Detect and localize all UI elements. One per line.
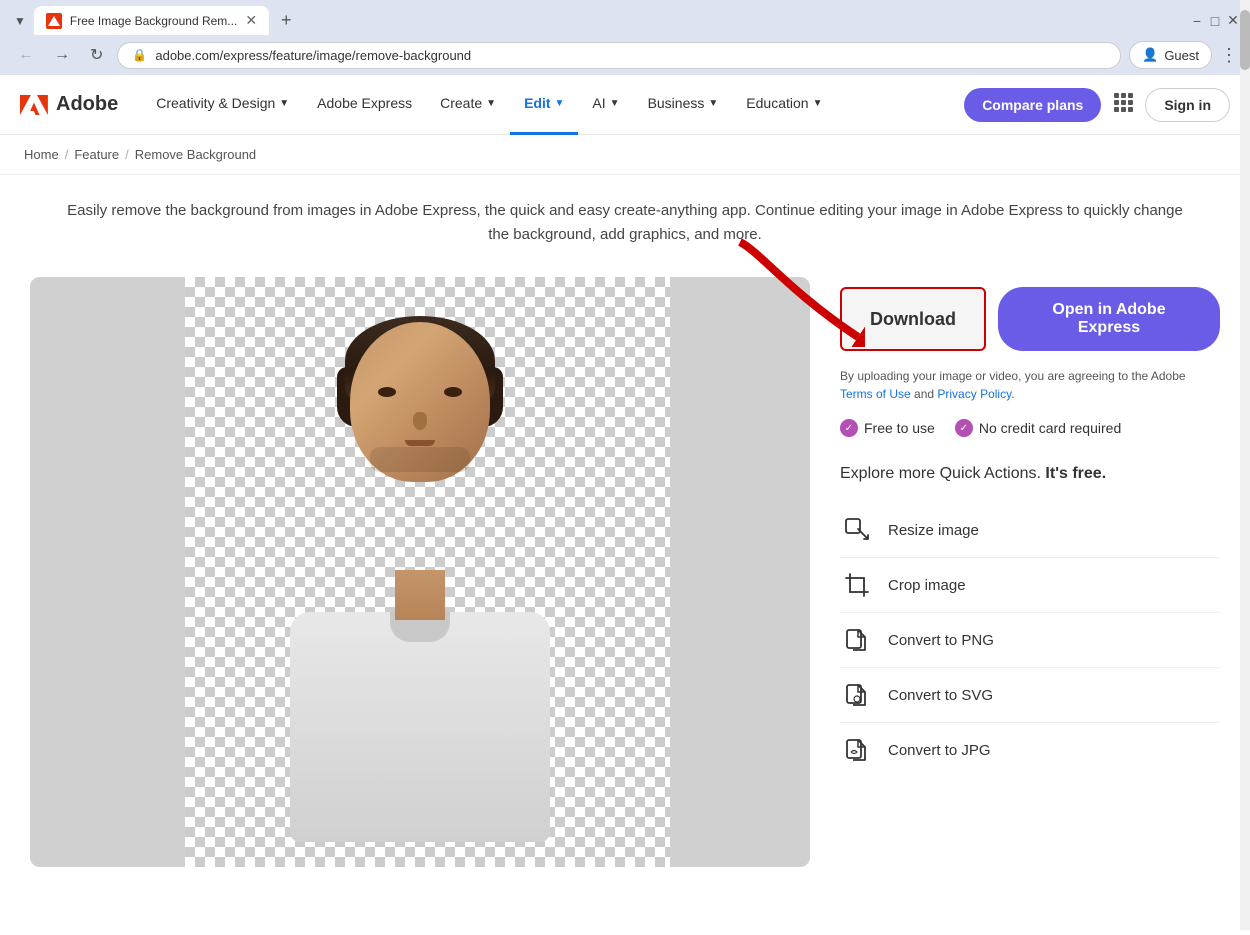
profile-icon: 👤	[1142, 47, 1158, 63]
free-badge-icon: ✓	[840, 419, 858, 437]
right-panel: Download Open in Adobe Express By upload…	[840, 277, 1220, 867]
nav-item-education[interactable]: Education ▼	[732, 75, 836, 135]
convert-svg-label: Convert to SVG	[888, 687, 993, 704]
action-buttons: Download Open in Adobe Express	[840, 287, 1220, 351]
nav-right: Compare plans Sign in	[964, 88, 1230, 122]
new-tab-button[interactable]: +	[273, 8, 300, 33]
adobe-text: Adobe	[56, 93, 118, 116]
business-chevron: ▼	[708, 98, 718, 109]
quick-action-convert-svg[interactable]: Convert to SVG	[840, 668, 1220, 723]
quick-action-crop[interactable]: Crop image	[840, 558, 1220, 613]
terms-text: By uploading your image or video, you ar…	[840, 367, 1220, 403]
breadcrumb-home[interactable]: Home	[24, 147, 59, 162]
no-credit-card-badge: ✓ No credit card required	[955, 419, 1121, 437]
convert-jpg-icon	[840, 733, 874, 767]
compare-plans-button[interactable]: Compare plans	[964, 88, 1101, 122]
nav-item-edit[interactable]: Edit ▼	[510, 75, 578, 135]
creativity-chevron: ▼	[279, 98, 289, 109]
quick-action-convert-jpg[interactable]: Convert to JPG	[840, 723, 1220, 777]
breadcrumb-feature[interactable]: Feature	[74, 147, 119, 162]
convert-png-icon	[840, 623, 874, 657]
maximize-button[interactable]: □	[1208, 14, 1222, 28]
browser-chrome: ▼ Free Image Background Rem... ✕ + − □ ✕…	[0, 0, 1250, 75]
quick-action-resize[interactable]: Resize image	[840, 503, 1220, 558]
nav-items: Creativity & Design ▼ Adobe Express Crea…	[142, 75, 964, 135]
person-body	[290, 612, 550, 842]
browser-toolbar: ← → ↻ 🔒 adobe.com/express/feature/image/…	[0, 35, 1250, 75]
ai-chevron: ▼	[610, 98, 620, 109]
person-neck	[395, 570, 445, 620]
breadcrumb: Home / Feature / Remove Background	[0, 135, 1250, 175]
forward-button[interactable]: →	[48, 42, 76, 68]
download-button[interactable]: Download	[840, 287, 986, 351]
top-navigation: Adobe Creativity & Design ▼ Adobe Expres…	[0, 75, 1250, 135]
free-to-use-badge: ✓ Free to use	[840, 419, 935, 437]
create-chevron: ▼	[486, 98, 496, 109]
browser-title-bar: ▼ Free Image Background Rem... ✕ + − □ ✕	[0, 0, 1250, 35]
close-window-button[interactable]: ✕	[1226, 14, 1240, 28]
scrollbar-thumb[interactable]	[1240, 10, 1250, 70]
image-display-area	[30, 277, 810, 867]
breadcrumb-sep-2: /	[125, 147, 129, 162]
tab-favicon	[46, 13, 62, 29]
address-text: adobe.com/express/feature/image/remove-b…	[155, 48, 1106, 63]
adobe-logo[interactable]: Adobe	[20, 93, 118, 116]
tab-title: Free Image Background Rem...	[70, 14, 237, 28]
crop-label: Crop image	[888, 577, 966, 594]
person-image	[160, 277, 680, 867]
hero-description: Easily remove the background from images…	[0, 175, 1250, 267]
nav-item-creativity[interactable]: Creativity & Design ▼	[142, 75, 303, 135]
apps-grid-button[interactable]	[1113, 92, 1133, 117]
nav-item-create[interactable]: Create ▼	[426, 75, 510, 135]
convert-jpg-label: Convert to JPG	[888, 742, 991, 759]
resize-icon	[840, 513, 874, 547]
tab-close-button[interactable]: ✕	[245, 12, 257, 29]
nav-item-express[interactable]: Adobe Express	[303, 75, 426, 135]
resize-label: Resize image	[888, 522, 979, 539]
minimize-button[interactable]: −	[1190, 14, 1204, 28]
lock-icon: 🔒	[132, 48, 147, 62]
feature-badges: ✓ Free to use ✓ No credit card required	[840, 419, 1220, 437]
breadcrumb-current: Remove Background	[135, 147, 256, 162]
nav-item-ai[interactable]: AI ▼	[578, 75, 633, 135]
quick-actions-list: Resize image Crop image	[840, 503, 1220, 777]
guest-label: Guest	[1164, 48, 1199, 63]
quick-action-convert-png[interactable]: Convert to PNG	[840, 613, 1220, 668]
no-credit-badge-icon: ✓	[955, 419, 973, 437]
education-chevron: ▼	[813, 98, 823, 109]
convert-png-label: Convert to PNG	[888, 632, 994, 649]
terms-of-use-link[interactable]: Terms of Use	[840, 387, 911, 401]
person-head	[350, 322, 490, 482]
convert-svg-icon	[840, 678, 874, 712]
active-browser-tab[interactable]: Free Image Background Rem... ✕	[34, 6, 269, 35]
guest-profile-button[interactable]: 👤 Guest	[1129, 41, 1212, 69]
back-button[interactable]: ←	[12, 42, 40, 68]
breadcrumb-sep-1: /	[65, 147, 69, 162]
refresh-button[interactable]: ↻	[84, 41, 109, 69]
edit-chevron: ▼	[555, 98, 565, 109]
address-bar[interactable]: 🔒 adobe.com/express/feature/image/remove…	[117, 42, 1121, 69]
adobe-logo-icon	[20, 94, 48, 116]
sign-in-button[interactable]: Sign in	[1145, 88, 1230, 122]
open-in-adobe-express-button[interactable]: Open in Adobe Express	[998, 287, 1220, 351]
page-content: Adobe Creativity & Design ▼ Adobe Expres…	[0, 75, 1250, 935]
main-content: Download Open in Adobe Express By upload…	[0, 267, 1250, 897]
browser-window-controls: − □ ✕	[1190, 14, 1240, 28]
browser-menu-button[interactable]: ⋮	[1220, 45, 1238, 66]
tab-list-button[interactable]: ▼	[10, 10, 30, 32]
quick-actions-title: Explore more Quick Actions. It's free.	[840, 465, 1220, 483]
person-figure	[270, 302, 570, 842]
scrollbar[interactable]	[1240, 0, 1250, 930]
nav-item-business[interactable]: Business ▼	[634, 75, 733, 135]
apps-grid-icon	[1113, 92, 1133, 112]
crop-icon	[840, 568, 874, 602]
privacy-policy-link[interactable]: Privacy Policy	[937, 387, 1011, 401]
